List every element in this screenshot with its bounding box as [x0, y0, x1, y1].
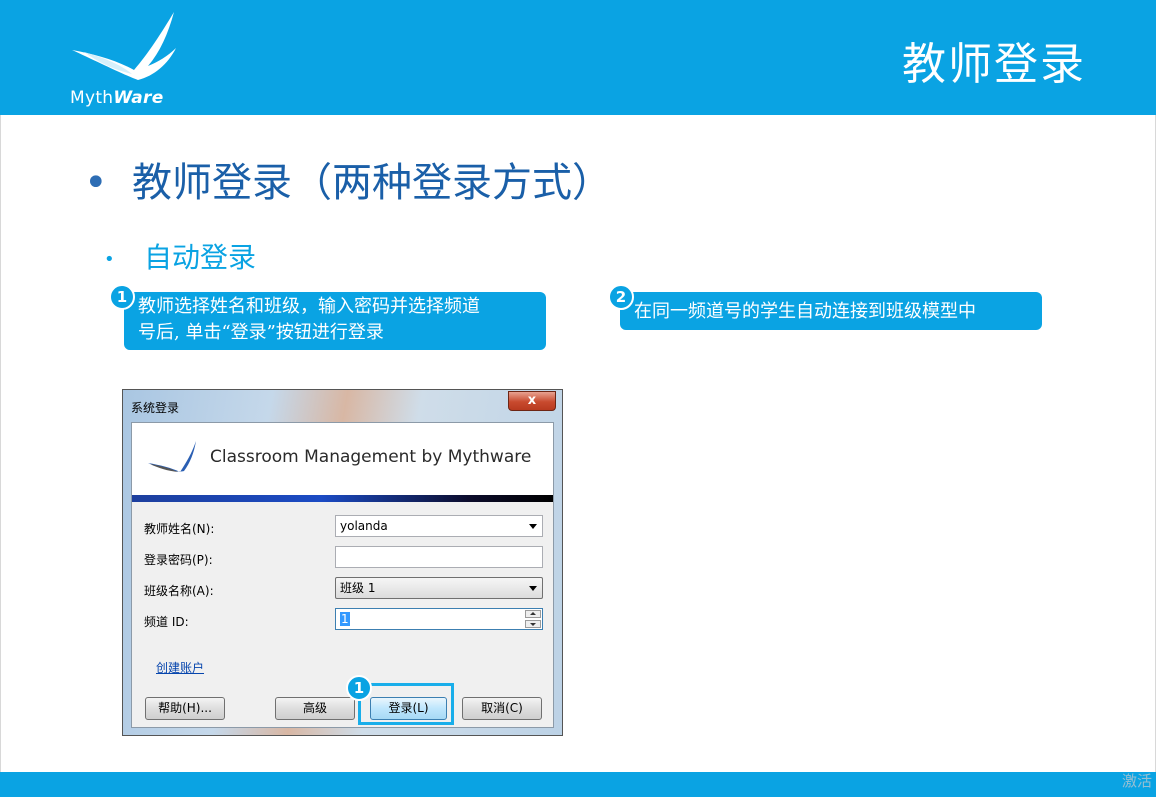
- dialog-body: Classroom Management by Mythware 教师姓名(N)…: [131, 422, 554, 728]
- class-name-select[interactable]: 班级 1: [335, 577, 543, 599]
- chevron-down-icon[interactable]: [529, 586, 537, 591]
- frame-left: [0, 115, 1, 772]
- teacher-name-label: 教师姓名(N):: [144, 522, 215, 536]
- footer-bar: [0, 772, 1156, 797]
- help-button[interactable]: 帮助(H)...: [145, 697, 225, 720]
- chevron-down-icon[interactable]: [529, 524, 537, 529]
- callout-step-2: 在同一频道号的学生自动连接到班级模型中: [620, 292, 1042, 330]
- step-number-badge: 2: [608, 284, 634, 310]
- bullet-dot: •: [104, 248, 115, 270]
- wing-logo-icon: [148, 441, 196, 472]
- header-bar: MythWare 教师登录: [0, 0, 1156, 115]
- spin-buttons[interactable]: [525, 610, 541, 628]
- step-number-badge: 1: [109, 284, 135, 310]
- advanced-button[interactable]: 高级: [275, 697, 355, 720]
- channel-id-stepper[interactable]: 1: [335, 608, 543, 630]
- main-heading: • 教师登录（两种登录方式）: [84, 160, 612, 206]
- teacher-name-combobox[interactable]: yolanda: [335, 515, 543, 537]
- slide-title: 教师登录: [902, 39, 1086, 90]
- password-label: 登录密码(P):: [144, 553, 213, 567]
- login-button-highlight: [358, 683, 454, 725]
- mythware-logo: MythWare: [64, 8, 194, 110]
- sub-heading: • 自动登录: [104, 241, 257, 274]
- step-number-badge: 1: [346, 675, 372, 701]
- banner-stripe: [132, 495, 553, 502]
- activation-watermark: 激活: [1122, 772, 1153, 790]
- cancel-button[interactable]: 取消(C): [462, 697, 542, 720]
- wing-icon: [72, 12, 176, 80]
- brand-name: MythWare: [70, 88, 164, 108]
- dialog-title: 系统登录: [131, 401, 180, 415]
- dialog-banner: Classroom Management by Mythware: [132, 423, 553, 495]
- bullet-dot: •: [84, 160, 108, 206]
- password-input[interactable]: [335, 546, 543, 568]
- spin-down-icon[interactable]: [525, 620, 541, 628]
- class-name-label: 班级名称(A):: [144, 584, 214, 598]
- callout-step-1: 教师选择姓名和班级，输入密码并选择频道 号后, 单击“登录”按钮进行登录: [124, 292, 546, 350]
- create-account-link[interactable]: 创建账户: [156, 659, 204, 676]
- login-dialog: 系统登录 x Classroom Management by Mythware …: [122, 389, 563, 736]
- product-name: Classroom Management by Mythware: [210, 447, 532, 467]
- channel-id-label: 频道 ID:: [144, 615, 189, 629]
- close-button[interactable]: x: [508, 391, 556, 411]
- spin-up-icon[interactable]: [525, 610, 541, 618]
